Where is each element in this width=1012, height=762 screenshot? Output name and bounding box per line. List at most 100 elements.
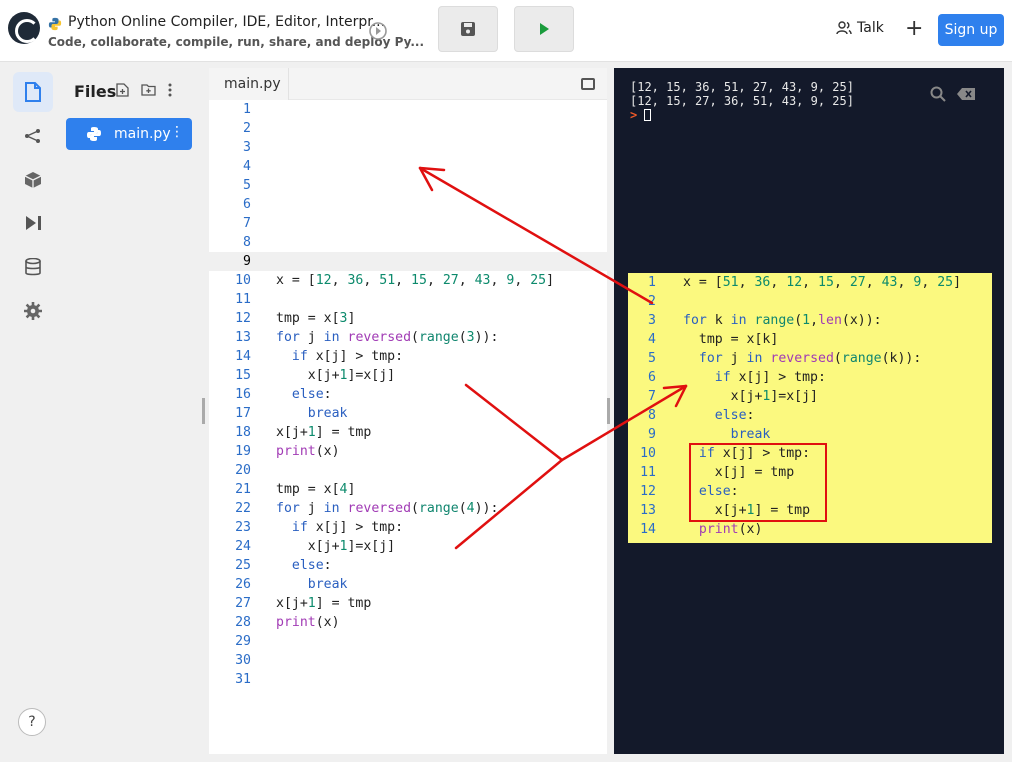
clear-icon[interactable] [957, 88, 975, 100]
search-icon[interactable] [930, 86, 946, 102]
play-icon [540, 23, 549, 35]
new-file-icon[interactable] [116, 83, 129, 97]
packages-icon[interactable] [13, 160, 53, 200]
plus-icon[interactable]: + [905, 16, 923, 41]
code-line: x[j+1]=x[j] [276, 539, 396, 554]
editor-menu-icon[interactable] [581, 78, 595, 90]
onecompiler-logo[interactable] [8, 12, 40, 44]
code-line: x[j+1] = tmp [276, 596, 372, 611]
editor-code-area[interactable]: 1 2 3 4 5 6 7 8 9 10 x = [12, 36, 51, 15,… [209, 100, 607, 689]
resize-handle-right[interactable] [607, 398, 610, 424]
line-number: 18 [235, 425, 251, 440]
line-number: 1 [648, 275, 656, 290]
line-number: 6 [648, 370, 656, 385]
code-line: x = [12, 36, 51, 15, 27, 43, 9, 25] [276, 273, 555, 288]
code-line: x[j+1]=x[j] [276, 368, 396, 383]
line-number: 11 [640, 465, 656, 480]
line-number: 7 [648, 389, 656, 404]
terminal-output: [12, 15, 36, 51, 27, 43, 9, 25] [12, 15, … [630, 80, 854, 122]
code-line: break [730, 427, 771, 442]
line-number: 4 [243, 159, 251, 174]
talk-button[interactable]: Talk [836, 20, 884, 36]
code-line: tmp = x[k] [683, 332, 779, 347]
code-line: for k in range(1,len(x)): [683, 313, 882, 328]
history-icon[interactable] [367, 20, 389, 42]
database-icon[interactable] [13, 247, 53, 287]
line-number: 14 [640, 522, 656, 537]
line-number: 1 [243, 102, 251, 117]
code-line: x = [51, 36, 12, 15, 27, 43, 9, 25] [683, 275, 962, 290]
code-line: break [307, 406, 348, 421]
code-line: else: [291, 558, 332, 573]
code-line: print(x) [276, 615, 340, 630]
resize-handle-left[interactable] [202, 398, 205, 424]
users-icon [836, 21, 852, 35]
code-line: else: [714, 408, 755, 423]
code-line: break [307, 577, 348, 592]
file-menu-icon[interactable]: ⋮ [170, 124, 184, 140]
line-number: 30 [235, 653, 251, 668]
save-icon [461, 22, 475, 36]
share-icon[interactable] [13, 116, 53, 156]
run-icon[interactable] [13, 203, 53, 243]
line-number: 23 [235, 520, 251, 535]
line-number: 28 [235, 615, 251, 630]
tab-main-py[interactable]: main.py [209, 68, 289, 100]
line-number: 14 [235, 349, 251, 364]
line-number: 22 [235, 501, 251, 516]
settings-icon[interactable] [13, 291, 53, 331]
output-line: [12, 15, 36, 51, 27, 43, 9, 25] [630, 80, 854, 94]
code-editor[interactable]: main.py 1 2 3 4 5 6 7 8 9 10 x = [12, 36,… [209, 68, 607, 754]
help-button[interactable]: ? [18, 708, 46, 736]
line-number: 19 [235, 444, 251, 459]
line-number: 3 [648, 313, 656, 328]
line-number: 16 [235, 387, 251, 402]
file-item-main-py[interactable]: main.py ⋮ [66, 118, 192, 150]
python-icon [48, 17, 62, 31]
line-number: 2 [243, 121, 251, 136]
line-number: 20 [235, 463, 251, 478]
active-line: 9 [209, 252, 607, 271]
talk-label: Talk [857, 20, 884, 36]
python-file-icon [87, 127, 101, 141]
line-number: 25 [235, 558, 251, 573]
output-line: [12, 15, 27, 36, 51, 43, 9, 25] [630, 94, 854, 108]
line-number: 29 [235, 634, 251, 649]
line-number: 13 [235, 330, 251, 345]
more-options-icon[interactable] [168, 83, 172, 97]
line-number: 12 [640, 484, 656, 499]
files-panel: Files main.py ⋮ [58, 68, 202, 754]
new-folder-icon[interactable] [141, 83, 156, 96]
files-actions [116, 83, 172, 97]
files-title: Files [74, 82, 117, 101]
signup-button[interactable]: Sign up [938, 14, 1004, 46]
run-button[interactable] [514, 6, 574, 52]
line-number: 10 [640, 446, 656, 461]
line-number: 24 [235, 539, 251, 554]
code-line: x[j+1]=x[j] [683, 389, 818, 404]
code-line: for j in reversed(range(3)): [276, 330, 499, 345]
line-number: 8 [243, 235, 251, 250]
highlight-box [689, 443, 827, 522]
line-number: 7 [243, 216, 251, 231]
top-bar: Python Online Compiler, IDE, Editor, Int… [0, 0, 1012, 62]
code-line: x[j+1] = tmp [276, 425, 372, 440]
code-line: for j in reversed(range(k)): [698, 351, 922, 366]
line-number: 12 [235, 311, 251, 326]
line-number: 17 [235, 406, 251, 421]
files-icon[interactable] [13, 72, 53, 112]
line-number: 9 [243, 254, 251, 269]
line-number: 3 [243, 140, 251, 155]
line-number: 2 [648, 294, 656, 309]
line-number: 5 [243, 178, 251, 193]
save-button[interactable] [438, 6, 498, 52]
line-number: 15 [235, 368, 251, 383]
line-number: 11 [235, 292, 251, 307]
code-line: else: [291, 387, 332, 402]
code-line: if x[j] > tmp: [714, 370, 826, 385]
code-line: tmp = x[4] [276, 482, 356, 497]
line-number: 27 [235, 596, 251, 611]
line-number: 10 [235, 273, 251, 288]
file-name: main.py [114, 126, 171, 142]
code-line: print(x) [276, 444, 340, 459]
